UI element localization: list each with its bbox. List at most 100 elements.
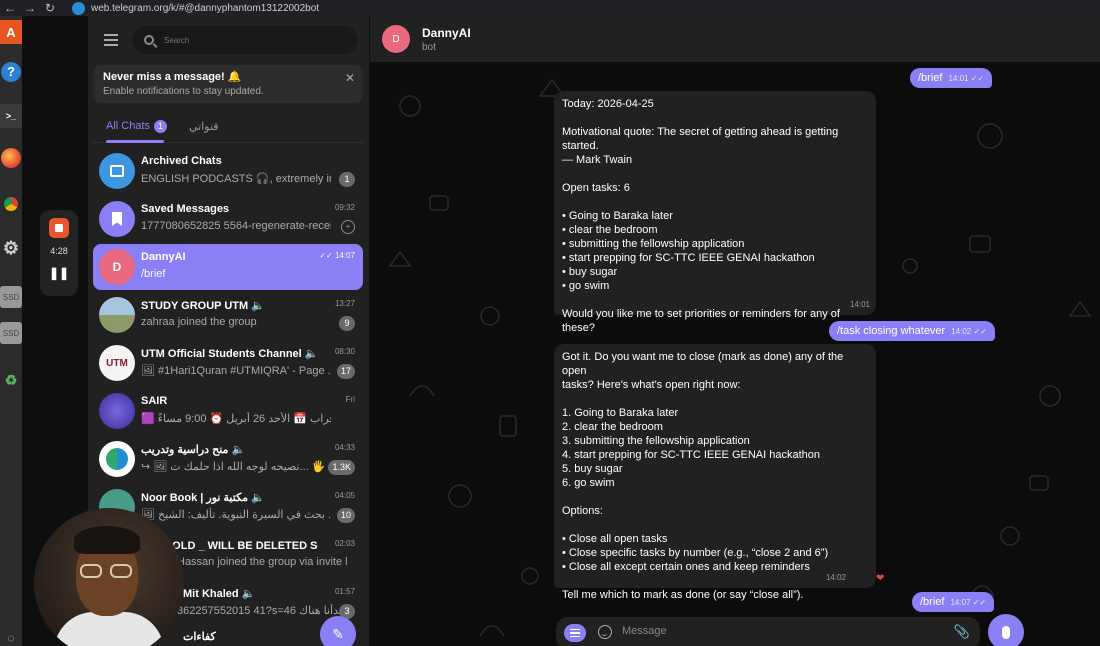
unread-badge: 10 — [336, 508, 355, 523]
chat-folder-tabs: All Chats 1 قنواتي — [93, 115, 363, 143]
tab-all-chats[interactable]: All Chats 1 — [106, 120, 168, 133]
chat-item-saved-messages[interactable]: Saved Messages 1777080652825 5564-regene… — [93, 196, 363, 242]
reload-button[interactable]: ↻ — [40, 1, 60, 15]
message-time: 14:01 ✓✓ — [948, 74, 985, 83]
emoji-icon[interactable] — [598, 625, 612, 639]
chat-item-dannyai[interactable]: D DannyAI /brief ✓✓ 14:07 — [93, 244, 363, 290]
chat-time: 08:30 — [334, 347, 355, 356]
new-message-button[interactable]: ✎ — [320, 616, 356, 646]
avatar: D — [99, 249, 135, 285]
chat-preview: Hassan joined the group via invite li... — [177, 556, 347, 568]
chat-item-sair[interactable]: SAIR 🟪 خليكم قراب 📅 الأحد 26 أبريل ⏰ 9:0… — [93, 388, 363, 434]
outgoing-message[interactable]: /brief 14:07 ✓✓ — [912, 592, 995, 612]
apps-grid-icon[interactable]: ◌ — [0, 626, 22, 646]
trash-icon[interactable]: ♻ — [0, 368, 22, 392]
heart-reaction-icon[interactable]: ❤ — [876, 573, 884, 584]
help-icon[interactable]: ? — [0, 60, 22, 84]
forward-button[interactable]: → — [20, 1, 40, 15]
webcam-shirt — [54, 612, 164, 646]
drive-icon[interactable]: SSD — [0, 286, 22, 308]
avatar[interactable]: D — [382, 25, 410, 53]
chat-header[interactable]: D DannyAI bot — [370, 16, 1100, 62]
recording-time: 4:28 — [50, 246, 68, 256]
message-input[interactable] — [622, 625, 942, 637]
settings-icon[interactable]: ⚙ — [0, 236, 22, 260]
unread-badge: 1.3K — [328, 460, 355, 475]
chat-status: bot — [422, 42, 436, 53]
chat-preview: ENGLISH PODCASTS 🎧, extremely im... — [141, 173, 331, 185]
conversation-panel: D DannyAI bot /brief 14:01 ✓✓ Today: 2026… — [370, 16, 1100, 646]
chat-item-utm-official[interactable]: UTM UTM Official Students Channel 🔈 🖼 #1… — [93, 340, 363, 386]
chat-name: Noor Book | مكتبة نور 🔈 — [141, 492, 265, 504]
outgoing-message[interactable]: /brief 14:01 ✓✓ — [910, 68, 993, 88]
menu-icon[interactable] — [104, 34, 118, 49]
chat-item-scholarships[interactable]: منح دراسية وتدريب 🔈 ↪ 🖼 نصيحه لوجه الله … — [93, 436, 363, 482]
message-time: 14:07 ✓✓ — [950, 598, 987, 607]
chat-preview: 362257552015 41?s=46 بدأنا هناك — [177, 605, 342, 617]
message-time: 14:01 — [849, 300, 870, 309]
chat-item-study-group-utm[interactable]: STUDY GROUP UTM 🔈 zahraa joined the grou… — [93, 292, 363, 338]
browser-toolbar: ← → ↻ web.telegram.org/k/#@dannyphantom1… — [0, 0, 1100, 16]
tab-my-channels[interactable]: قنواتي — [189, 120, 219, 133]
unread-badge: 1 — [339, 172, 355, 187]
bot-menu-button[interactable] — [564, 624, 586, 642]
chat-preview: ↪ 🖼 نصيحه لوجه الله اذا حلمك ت... 🖐🧯 — [141, 461, 331, 473]
chat-preview: 🖼 #1Hari1Quran #UTMIQRA' - Page ... — [141, 365, 331, 377]
avatar — [99, 393, 135, 429]
chat-time: 04:33 — [334, 443, 355, 452]
chat-name: DannyAI — [141, 251, 186, 263]
search-input[interactable] — [164, 35, 344, 45]
bookmark-icon — [99, 201, 135, 237]
chat-name: SAIR — [141, 395, 168, 407]
message-text: Got it. Do you want me to close (mark as… — [562, 351, 844, 601]
attach-icon[interactable]: 📎 — [954, 624, 970, 640]
chat-name: كفاءات — [183, 631, 216, 643]
url-text: web.telegram.org/k/#@dannyphantom1312200… — [91, 2, 320, 14]
chat-time: 04:05 — [334, 491, 355, 500]
site-info-icon[interactable] — [72, 1, 85, 15]
search-box[interactable] — [132, 26, 358, 54]
message-text: /brief — [918, 72, 943, 84]
chat-name: Mit Khaled 🔈 — [183, 588, 256, 600]
incoming-message[interactable]: Got it. Do you want me to close (mark as… — [554, 344, 876, 601]
message-composer: 📎 — [556, 617, 980, 646]
webcam-overlay — [34, 508, 184, 646]
unread-badge: 9 — [339, 316, 355, 331]
webcam-hair — [74, 526, 140, 554]
message-text: /brief — [920, 596, 945, 608]
chrome-icon[interactable] — [0, 192, 22, 216]
outgoing-message[interactable]: /task closing whatever 14:02 ✓✓ — [829, 321, 995, 341]
avatar — [99, 297, 135, 333]
pin-icon: ⌖ — [341, 220, 355, 234]
notification-banner[interactable]: Never miss a message! 🔔 Enable notificat… — [93, 65, 363, 103]
screen-recorder: 4:28 ❚❚ — [40, 210, 78, 296]
webcam-glasses — [80, 564, 136, 578]
address-bar[interactable]: web.telegram.org/k/#@dannyphantom1312200… — [72, 1, 320, 15]
tab-unread-badge: 1 — [154, 120, 168, 133]
voice-message-button[interactable] — [988, 614, 1024, 646]
search-icon — [144, 35, 154, 45]
terminal-icon[interactable]: >_ — [0, 104, 22, 128]
chat-preview: 🟪 خليكم قراب 📅 الأحد 26 أبريل ⏰ 9:00 مسا… — [141, 413, 331, 425]
chat-time: 13:27 — [334, 299, 355, 308]
message-text: Today: 2026-04-25 Motivational quote: Th… — [562, 98, 840, 334]
back-button[interactable]: ← — [0, 1, 20, 15]
chat-preview: 1777080652825 5564-regenerate-receip... — [141, 220, 331, 232]
chat-preview: zahraa joined the group — [141, 316, 257, 328]
app-store-icon[interactable]: A — [0, 20, 22, 44]
chat-name: ...OLD _ WILL BE DELETED SOON 🔈 — [163, 540, 318, 552]
chat-preview: /brief — [141, 268, 166, 280]
chat-time: 09:32 — [334, 203, 355, 212]
chat-time: Fri — [345, 395, 355, 404]
drive-icon[interactable]: SSD — [0, 322, 22, 344]
chat-preview: 🖼 بحث في السيرة النبوية. تأليف: الشيخ ..… — [141, 509, 331, 521]
avatar: UTM — [99, 345, 135, 381]
incoming-message[interactable]: Today: 2026-04-25 Motivational quote: Th… — [554, 91, 876, 334]
close-icon[interactable]: ✕ — [345, 71, 355, 85]
pause-recording-button[interactable]: ❚❚ — [40, 266, 78, 280]
firefox-icon[interactable] — [0, 146, 22, 170]
chat-item-archived[interactable]: Archived Chats ENGLISH PODCASTS 🎧, extre… — [93, 148, 363, 194]
notification-title: Never miss a message! 🔔 — [103, 71, 242, 83]
chat-name: UTM Official Students Channel 🔈 — [141, 348, 316, 360]
stop-recording-button[interactable] — [49, 218, 69, 238]
